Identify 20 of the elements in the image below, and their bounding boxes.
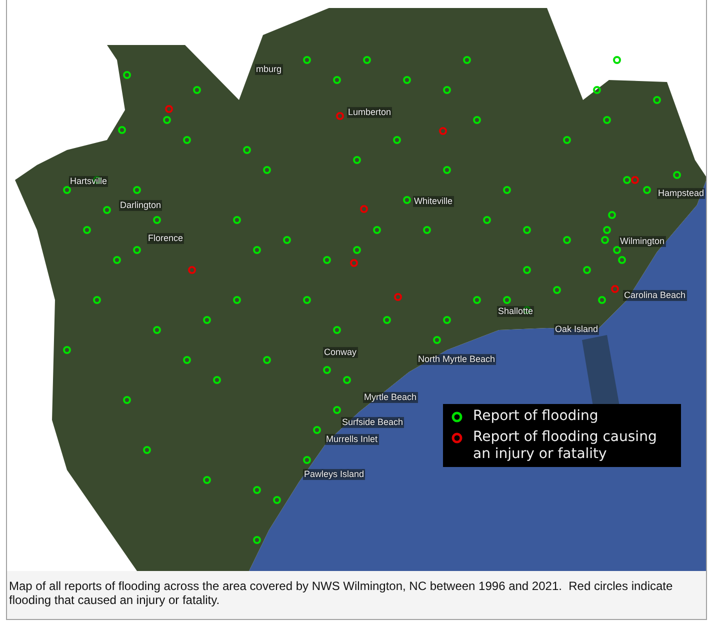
place-label: Murrells Inlet bbox=[325, 434, 379, 445]
place-label: Shallotte bbox=[497, 306, 534, 317]
place-label: North Myrtle Beach bbox=[417, 354, 496, 365]
place-label: Hampstead bbox=[657, 188, 706, 199]
place-label: Myrtle Beach bbox=[363, 392, 418, 403]
place-label: Pawleys Island bbox=[303, 469, 366, 480]
place-label: Surfside Beach bbox=[341, 417, 404, 428]
place-label: mburg bbox=[255, 64, 283, 75]
place-label: Conway bbox=[323, 347, 358, 358]
place-label: Florence bbox=[147, 233, 184, 244]
legend-label: Report of flooding bbox=[473, 408, 598, 425]
map-caption: Map of all reports of flooding across the area covered by NWS Wilmington, NC between 1996 and 2021. Red circles indicate flooding that caused an injury or fatality. bbox=[8, 578, 674, 609]
place-label: Oak Island bbox=[554, 324, 600, 335]
place-label: Hartsville bbox=[69, 176, 108, 187]
place-label: Lumberton bbox=[347, 107, 392, 118]
place-label: Wilmington bbox=[619, 236, 666, 247]
place-label: Carolina Beach bbox=[623, 290, 687, 301]
place-label: Darlington bbox=[119, 200, 162, 211]
place-label: Whiteville bbox=[413, 196, 454, 207]
legend-label: Report of flooding causing an injury or fatality bbox=[473, 429, 658, 463]
